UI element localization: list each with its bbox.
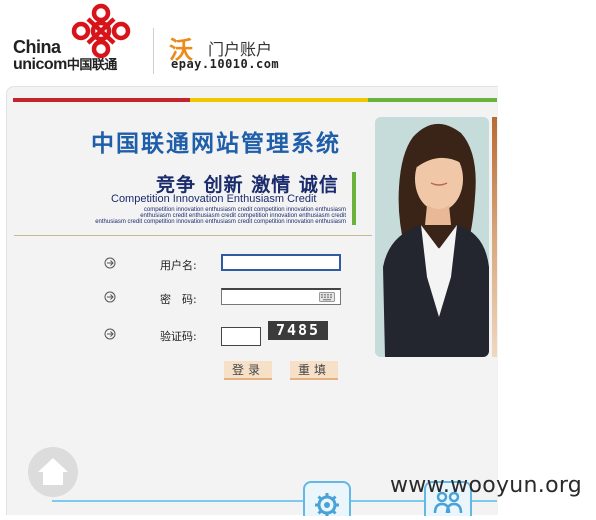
keyboard-icon[interactable] bbox=[319, 292, 335, 302]
arrow-circle-icon bbox=[104, 257, 116, 269]
slogan-small-line: enthusiasm credit competition innovation… bbox=[95, 219, 346, 225]
password-label: 密 码: bbox=[160, 293, 197, 306]
watermark: www.wooyun.org bbox=[390, 473, 583, 498]
slogan-en: Competition Innovation Enthusiasm Credit bbox=[111, 193, 317, 205]
home-button[interactable] bbox=[28, 447, 78, 497]
arrow-circle-icon bbox=[104, 328, 116, 340]
username-label: 用户名: bbox=[160, 259, 197, 272]
login-button[interactable]: 登录 bbox=[224, 361, 272, 380]
reset-button[interactable]: 重填 bbox=[290, 361, 338, 380]
brand-name-cn: 中国联通 bbox=[66, 57, 118, 72]
stripe-green bbox=[368, 98, 497, 102]
username-input[interactable] bbox=[221, 254, 341, 271]
system-title: 中国联通网站管理系统 bbox=[91, 131, 341, 157]
portal-site: epay.10010.com bbox=[171, 57, 280, 71]
brand-name-line2: unicom中国联通 bbox=[13, 54, 117, 74]
home-icon bbox=[38, 458, 68, 485]
brand-name-unicom: unicom bbox=[13, 56, 67, 73]
gear-icon bbox=[315, 493, 339, 517]
slogan-accent-bar bbox=[352, 172, 356, 225]
businesswoman-photo bbox=[375, 117, 489, 357]
photo-strip bbox=[492, 117, 497, 357]
settings-tile[interactable] bbox=[303, 481, 351, 517]
stripe-yellow bbox=[190, 98, 368, 102]
captcha-image[interactable]: 7485 bbox=[268, 321, 328, 340]
nav-line bbox=[470, 500, 497, 502]
banner-divider bbox=[14, 235, 372, 236]
captcha-input[interactable] bbox=[221, 327, 261, 346]
nav-line bbox=[52, 500, 303, 502]
unicom-knot-logo bbox=[71, 3, 131, 59]
stripe-red bbox=[13, 98, 190, 102]
captcha-label: 验证码: bbox=[160, 330, 197, 343]
arrow-circle-icon bbox=[104, 291, 116, 303]
header-divider bbox=[153, 28, 154, 74]
nav-line bbox=[349, 500, 424, 502]
